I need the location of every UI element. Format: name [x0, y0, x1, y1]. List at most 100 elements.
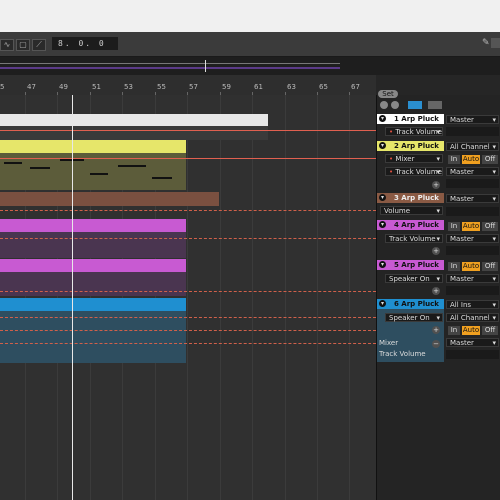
midi-note [118, 165, 146, 167]
monitor-off-button[interactable]: Off [482, 155, 498, 164]
monitor-off-button[interactable]: Off [482, 262, 498, 271]
track-4-volume-field[interactable] [446, 246, 499, 255]
track-4-output-select[interactable]: Master ▾ [446, 234, 499, 243]
set-button[interactable]: Set [378, 90, 398, 98]
monitor-in-button[interactable]: In [448, 155, 460, 164]
track-2-output-select[interactable]: Master ▾ [446, 167, 499, 176]
grid-line [220, 95, 221, 500]
bar-number: 47 [27, 83, 36, 91]
monitor-off-button[interactable]: Off [482, 222, 498, 231]
track-5-param-chooser[interactable]: Speaker On ▾ [385, 274, 443, 283]
curve-shape-icon[interactable]: ∿ [0, 39, 14, 51]
track-6-title[interactable]: ▾ 6 Arp Pluck [377, 299, 444, 309]
track-5-output-select[interactable]: Master ▾ [446, 274, 499, 283]
track-5-clip-body[interactable] [0, 272, 186, 296]
track-3-output-select[interactable]: Master ▾ [446, 194, 499, 203]
track-2-param-chooser[interactable]: • Track Volume ▾ [385, 167, 443, 176]
track-4-param-chooser[interactable]: Track Volume ▾ [385, 234, 443, 243]
track-3-title[interactable]: ▾ 3 Arp Pluck [377, 193, 444, 203]
monitor-in-button[interactable]: In [448, 262, 460, 271]
overview-playhead [205, 60, 206, 72]
track-2-clip-header[interactable] [0, 140, 186, 153]
fold-icon[interactable]: ▾ [379, 300, 386, 307]
track-6-add-lane-button[interactable]: + [432, 326, 440, 334]
track-3-volume-field[interactable] [446, 207, 499, 216]
overview-strip[interactable] [0, 57, 500, 75]
device-label: Mixer [395, 155, 415, 163]
monitor-off-button[interactable]: Off [482, 326, 498, 335]
track-3-automation-line[interactable] [0, 210, 376, 211]
track-1-title[interactable]: ▾ 1 Arp Pluck [377, 114, 444, 124]
track-4-clip-body[interactable] [0, 232, 186, 258]
track-1-clip-body[interactable] [0, 126, 268, 140]
position-field[interactable]: 8. 0. 0 [52, 37, 118, 50]
track-3-param-chooser[interactable]: Volume ▾ [380, 206, 443, 215]
track-4-add-lane-button[interactable]: + [432, 247, 440, 255]
track-5-automation-line[interactable] [0, 291, 376, 292]
nav-forward-button[interactable] [391, 101, 399, 109]
monitor-auto-button[interactable]: Auto [462, 326, 480, 335]
playhead[interactable] [72, 95, 73, 500]
monitor-in-button[interactable]: In [448, 326, 460, 335]
track-2-device-chooser[interactable]: • Mixer ▾ [385, 154, 443, 163]
track-4-title[interactable]: ▾ 4 Arp Pluck [377, 220, 444, 230]
monitor-auto-button[interactable]: Auto [462, 262, 480, 271]
pencil-icon[interactable]: ✎ [482, 38, 490, 48]
automation-dot: • [389, 155, 394, 163]
track-6-input-type-select[interactable]: All Ins ▾ [446, 300, 499, 309]
fold-icon[interactable]: ▾ [379, 261, 386, 268]
fold-icon[interactable]: ▾ [379, 221, 386, 228]
track-6-clip-header[interactable] [0, 298, 186, 311]
track-1-volume-field[interactable] [446, 127, 499, 136]
track-3-clip[interactable] [0, 192, 219, 206]
track-6-remove-lane-button[interactable]: − [432, 340, 440, 348]
track-1-clip[interactable] [0, 114, 268, 126]
track-1-param-chooser[interactable]: • Track Volume ▾ [385, 127, 443, 136]
monitor-auto-button[interactable]: Auto [462, 155, 480, 164]
track-1-automation-line[interactable] [0, 130, 376, 131]
io-toggle-button[interactable] [408, 101, 422, 109]
monitor-in-button[interactable]: In [448, 222, 460, 231]
track-2-volume-field[interactable] [446, 179, 499, 188]
menu-icon[interactable] [491, 38, 500, 48]
fold-icon[interactable]: ▾ [379, 194, 386, 201]
param-label: Volume [384, 207, 411, 215]
chevron-down-icon: ▾ [492, 314, 496, 322]
track-name: 1 Arp Pluck [394, 115, 439, 123]
param-label: Speaker On [389, 314, 430, 322]
ramp-shape-icon[interactable]: ⟋ [32, 39, 46, 51]
monitor-auto-button[interactable]: Auto [462, 222, 480, 231]
track-6-input-channel-select[interactable]: All Channel ▾ [446, 313, 499, 322]
track-6-automation-line[interactable] [0, 317, 376, 318]
track-5-clip-header[interactable] [0, 259, 186, 272]
chevron-down-icon: ▾ [492, 143, 496, 151]
lock-icon[interactable] [428, 101, 442, 109]
track-2-add-lane-button[interactable]: + [432, 181, 440, 189]
track-6-param-label: Track Volume [379, 350, 426, 358]
track-2-automation-line[interactable] [0, 158, 376, 159]
chevron-down-icon: ▾ [492, 116, 496, 124]
track-6-param-chooser[interactable]: Speaker On ▾ [385, 313, 443, 322]
nav-back-button[interactable] [380, 101, 388, 109]
track-6-output-select[interactable]: Master ▾ [446, 338, 499, 347]
track-2-input-select[interactable]: All Channel ▾ [446, 142, 499, 151]
track-6-volume-field[interactable] [446, 350, 499, 359]
track-6-automation-line-3[interactable] [0, 343, 376, 344]
track-5-add-lane-button[interactable]: + [432, 287, 440, 295]
fold-icon[interactable]: ▾ [379, 142, 386, 149]
loop-icon[interactable]: ▢ [16, 39, 30, 51]
track-4-clip-header[interactable] [0, 219, 186, 232]
midi-note [4, 162, 22, 164]
track-name: 5 Arp Pluck [394, 261, 439, 269]
track-2-title[interactable]: ▾ 2 Arp Pluck [377, 141, 444, 151]
track-5-title[interactable]: ▾ 5 Arp Pluck [377, 260, 444, 270]
track-1-output-select[interactable]: Master ▾ [446, 115, 499, 124]
output-label: Master [450, 116, 474, 124]
bar-number: 49 [59, 83, 68, 91]
track-5-volume-field[interactable] [446, 286, 499, 295]
track-name: 2 Arp Pluck [394, 142, 439, 150]
track-6-automation-line-2[interactable] [0, 330, 376, 331]
track-4-automation-line[interactable] [0, 238, 376, 239]
track-6-clip-body[interactable] [0, 311, 186, 363]
fold-icon[interactable]: ▾ [379, 115, 386, 122]
